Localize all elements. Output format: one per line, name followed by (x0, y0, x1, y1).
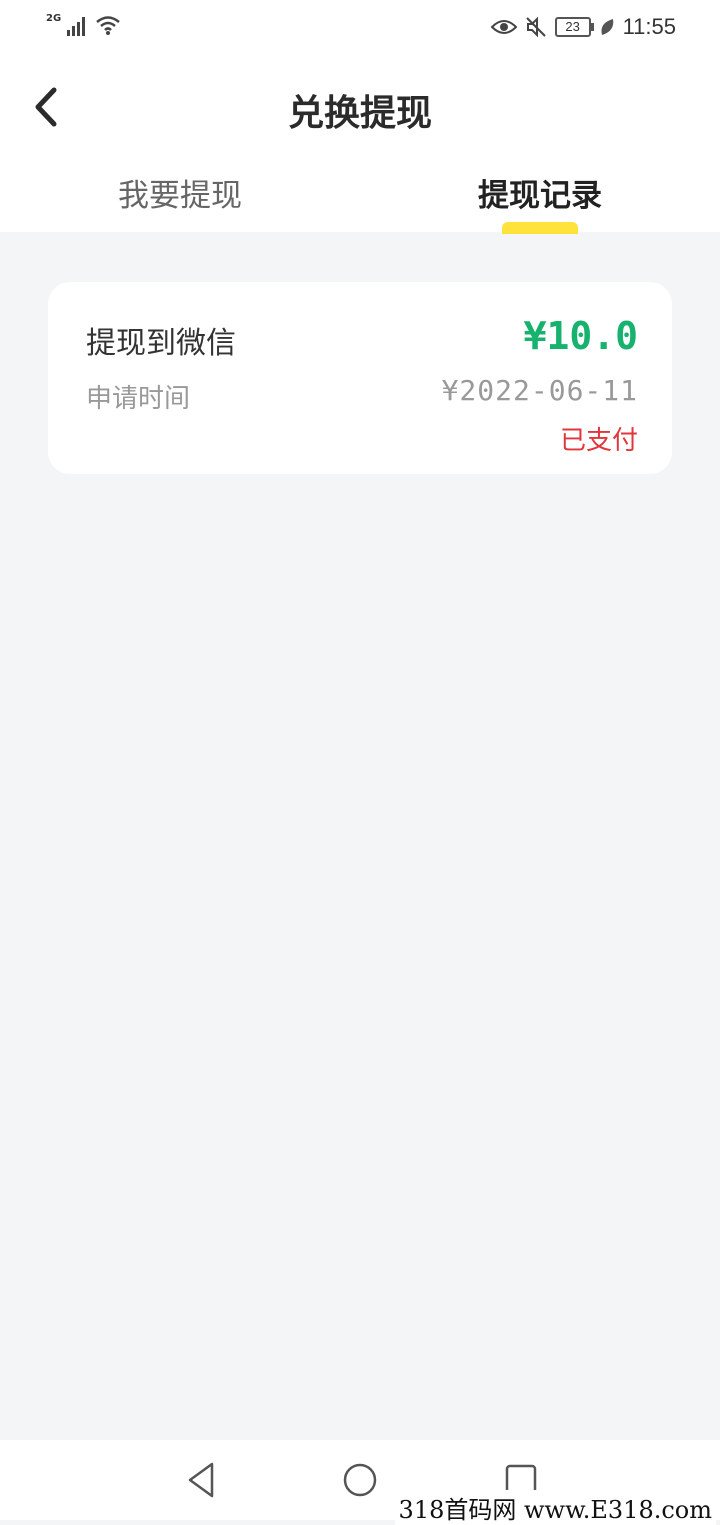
leaf-icon (601, 19, 613, 35)
battery-icon: 23 (554, 17, 594, 37)
nav-back-button[interactable] (184, 1460, 218, 1504)
eye-icon (490, 20, 517, 34)
active-tab-indicator (502, 222, 578, 234)
clock-time: 11:55 (622, 14, 676, 39)
nav-home-icon (343, 1463, 377, 1497)
tab-withdraw-records[interactable]: 提现记录 (390, 170, 690, 215)
mute-icon (525, 16, 546, 38)
app-header: 兑换提现 我要提现 提现记录 (0, 58, 720, 234)
signal-icon (67, 17, 86, 36)
record-title: 提现到微信 (86, 326, 236, 361)
nav-back-icon (188, 1462, 214, 1498)
apply-time-label: 申请时间 (86, 384, 191, 414)
tab-withdraw[interactable]: 我要提现 (30, 170, 330, 215)
status-right: 23 11:55 (490, 14, 676, 40)
status-left: 2G (46, 13, 121, 36)
record-date: ¥2022-06-11 (441, 374, 638, 407)
record-amount: ¥10.0 (523, 314, 638, 358)
nav-home-button[interactable] (342, 1460, 378, 1504)
status-bar: 2G 23 11:55 (0, 0, 720, 58)
withdraw-record-card[interactable]: 提现到微信 ¥10.0 申请时间 ¥2022-06-11 已支付 (48, 282, 672, 474)
network-type: 2G (46, 13, 62, 24)
record-status: 已支付 (559, 426, 638, 456)
page-title: 兑换提现 (287, 93, 432, 134)
wifi-icon (96, 16, 120, 35)
